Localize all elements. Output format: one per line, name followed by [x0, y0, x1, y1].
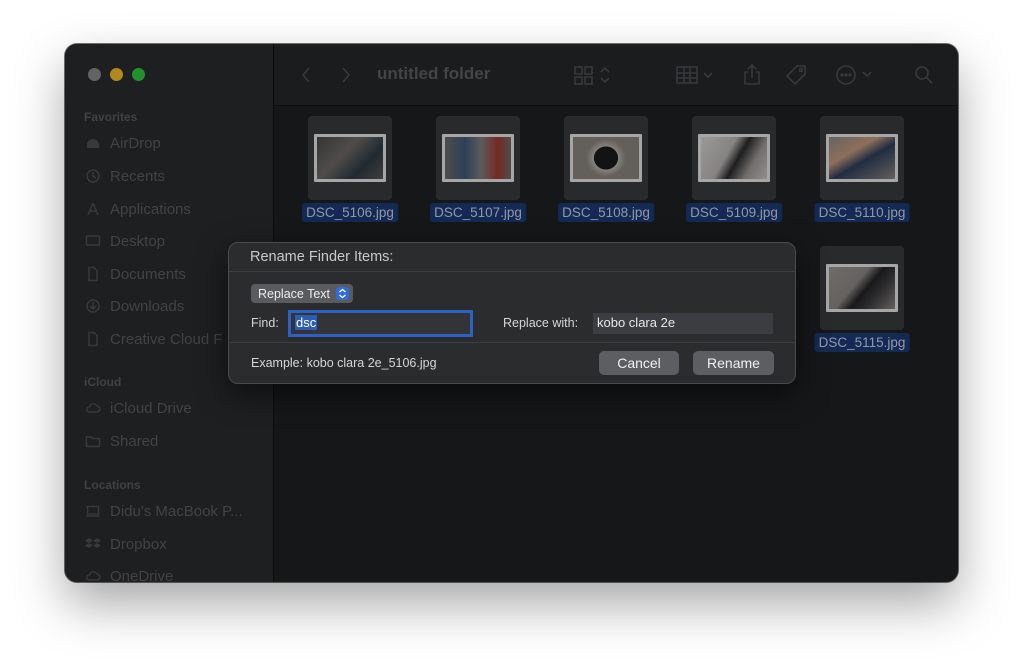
cancel-button[interactable]: Cancel: [599, 351, 679, 375]
dialog-title: Rename Finder Items:: [250, 249, 394, 265]
rename-button[interactable]: Rename: [693, 351, 774, 375]
find-input[interactable]: dsc: [291, 313, 470, 334]
replace-label: Replace with:: [503, 316, 579, 330]
replace-input-value: kobo clara 2e: [597, 315, 676, 330]
rename-dialog: Rename Finder Items: Replace Text Find: …: [228, 242, 796, 384]
find-label: Find:: [251, 316, 279, 330]
find-input-value: dsc: [295, 315, 318, 330]
rename-mode-popup[interactable]: Replace Text: [251, 284, 354, 303]
divider: [229, 342, 795, 343]
replace-input[interactable]: kobo clara 2e: [593, 313, 773, 334]
rename-mode-label: Replace Text: [258, 286, 331, 301]
divider: [229, 271, 795, 272]
example-text: Example: kobo clara 2e_5106.jpg: [251, 356, 437, 370]
chevron-updown-icon: [336, 287, 350, 300]
